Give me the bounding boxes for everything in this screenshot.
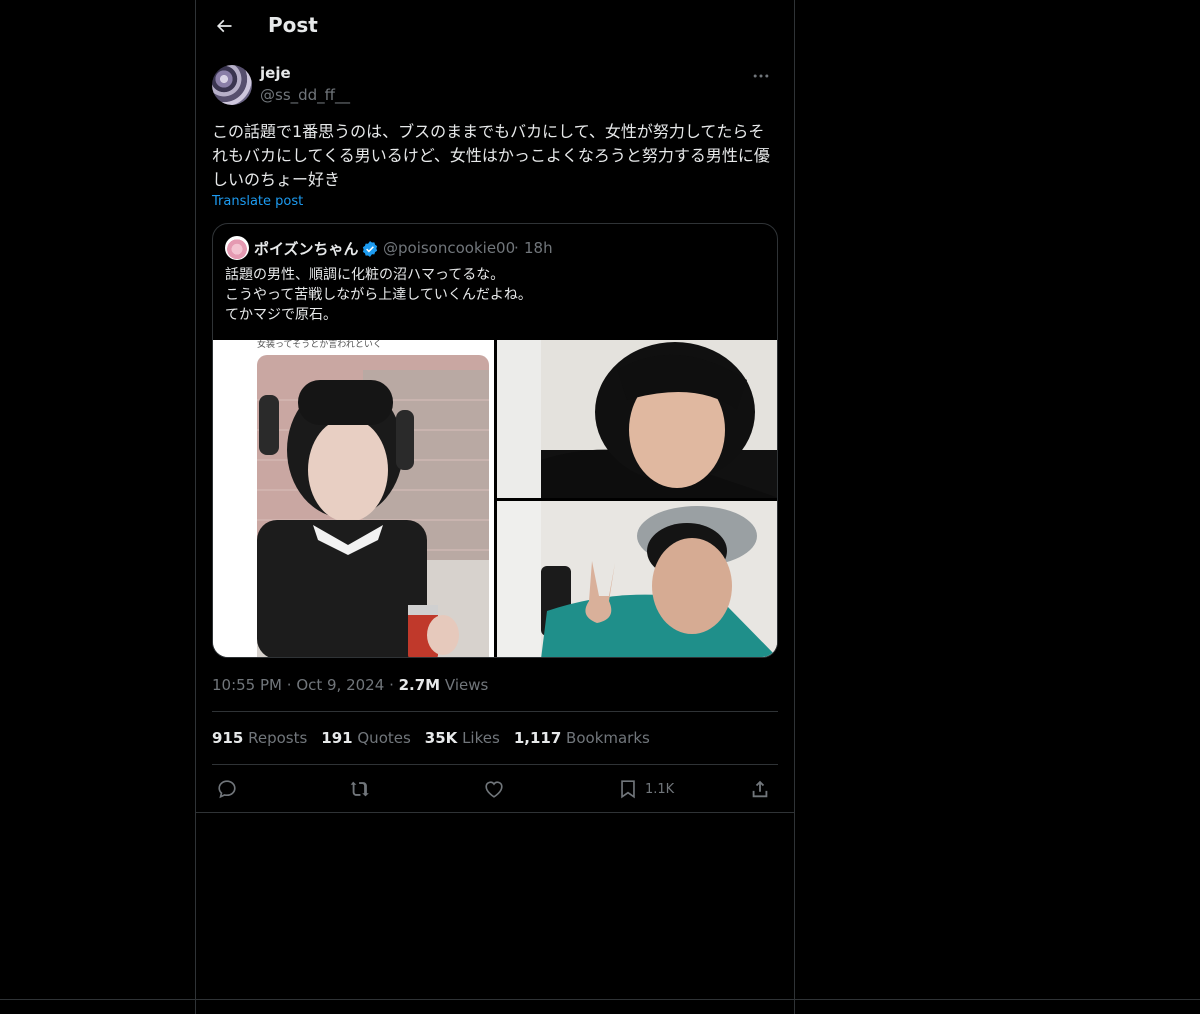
photo-selfie-closeup[interactable] [497,340,777,498]
divider [212,711,778,712]
avatar[interactable] [212,65,252,105]
translate-post-link[interactable]: Translate post [212,194,303,209]
stat-likes[interactable]: 35K Likes [425,729,500,747]
post-header: Post [196,0,794,54]
meta-dot: · [286,676,297,694]
quoted-text: 話題の男性、順調に化粧の沼ハマってるな。 こうやって苦戦しながら上達していくんだ… [225,267,532,323]
photo-selfie-headphones[interactable]: 女装ってそうとか言われといく [213,340,494,657]
quoted-avatar [225,236,249,260]
like-button[interactable] [483,776,505,802]
views-label: Views [444,676,489,694]
post-time[interactable]: 10:55 PM [212,676,282,694]
divider [196,812,794,813]
quoted-timestamp: 18h [524,239,553,257]
views-count: 2.7M [398,676,441,694]
more-options-button[interactable] [744,64,778,88]
author-handle[interactable]: @ss_dd_ff__ [260,86,350,104]
quoted-post[interactable]: ポイズンちゃん @poisoncookie00 · 18h 話題の男性、順調に化… [212,223,778,658]
arrow-left-icon [216,19,232,33]
bookmark-icon [621,780,635,799]
share-button[interactable] [749,776,771,802]
action-bar: 1.1K [212,776,778,802]
author-display-name[interactable]: jeje [260,64,291,82]
stat-bookmarks[interactable]: 1,117 Bookmarks [514,729,650,747]
page-title: Post [268,13,318,37]
bottom-divider [0,999,1200,1000]
bookmark-button[interactable]: 1.1K [617,776,674,802]
back-button[interactable] [206,8,242,44]
verified-badge-icon [362,241,378,257]
more-horizontal-icon [753,74,769,78]
quoted-handle: @poisoncookie00 [383,239,516,257]
bookmark-count: 1.1K [645,781,675,797]
engagement-stats: 915 Reposts 191 Quotes 35K Likes 1,117 B… [212,729,650,747]
reply-icon [218,780,236,799]
post-text: この話題で1番思うのは、ブスのままでもバカにして、女性が努力してたらそれもバカに… [212,122,770,189]
primary-column: Post jeje @ss_dd_ff__ この話題で1番思うのは、ブスのままで… [195,0,795,1014]
meta-dot: · [389,676,399,694]
repost-button[interactable] [349,776,371,802]
quoted-display-name: ポイズンちゃん [254,240,359,258]
reply-button[interactable] [216,776,238,802]
post-meta: 10:55 PM · Oct 9, 2024 · 2.7M Views [212,676,488,694]
post-date[interactable]: Oct 9, 2024 [296,676,384,694]
photo-caption: 女装ってそうとか言われといく [257,340,382,350]
stat-quotes[interactable]: 191 Quotes [321,729,411,747]
like-icon [485,781,503,798]
post-author: jeje @ss_dd_ff__ [212,64,778,108]
quoted-separator: · [514,239,519,257]
repost-icon [350,781,369,797]
share-icon [752,780,768,798]
quoted-media-grid: 女装ってそうとか言われといく [213,340,777,657]
photo-selfie-peace-sign[interactable] [497,501,777,657]
stat-reposts[interactable]: 915 Reposts [212,729,307,747]
divider [212,764,778,765]
